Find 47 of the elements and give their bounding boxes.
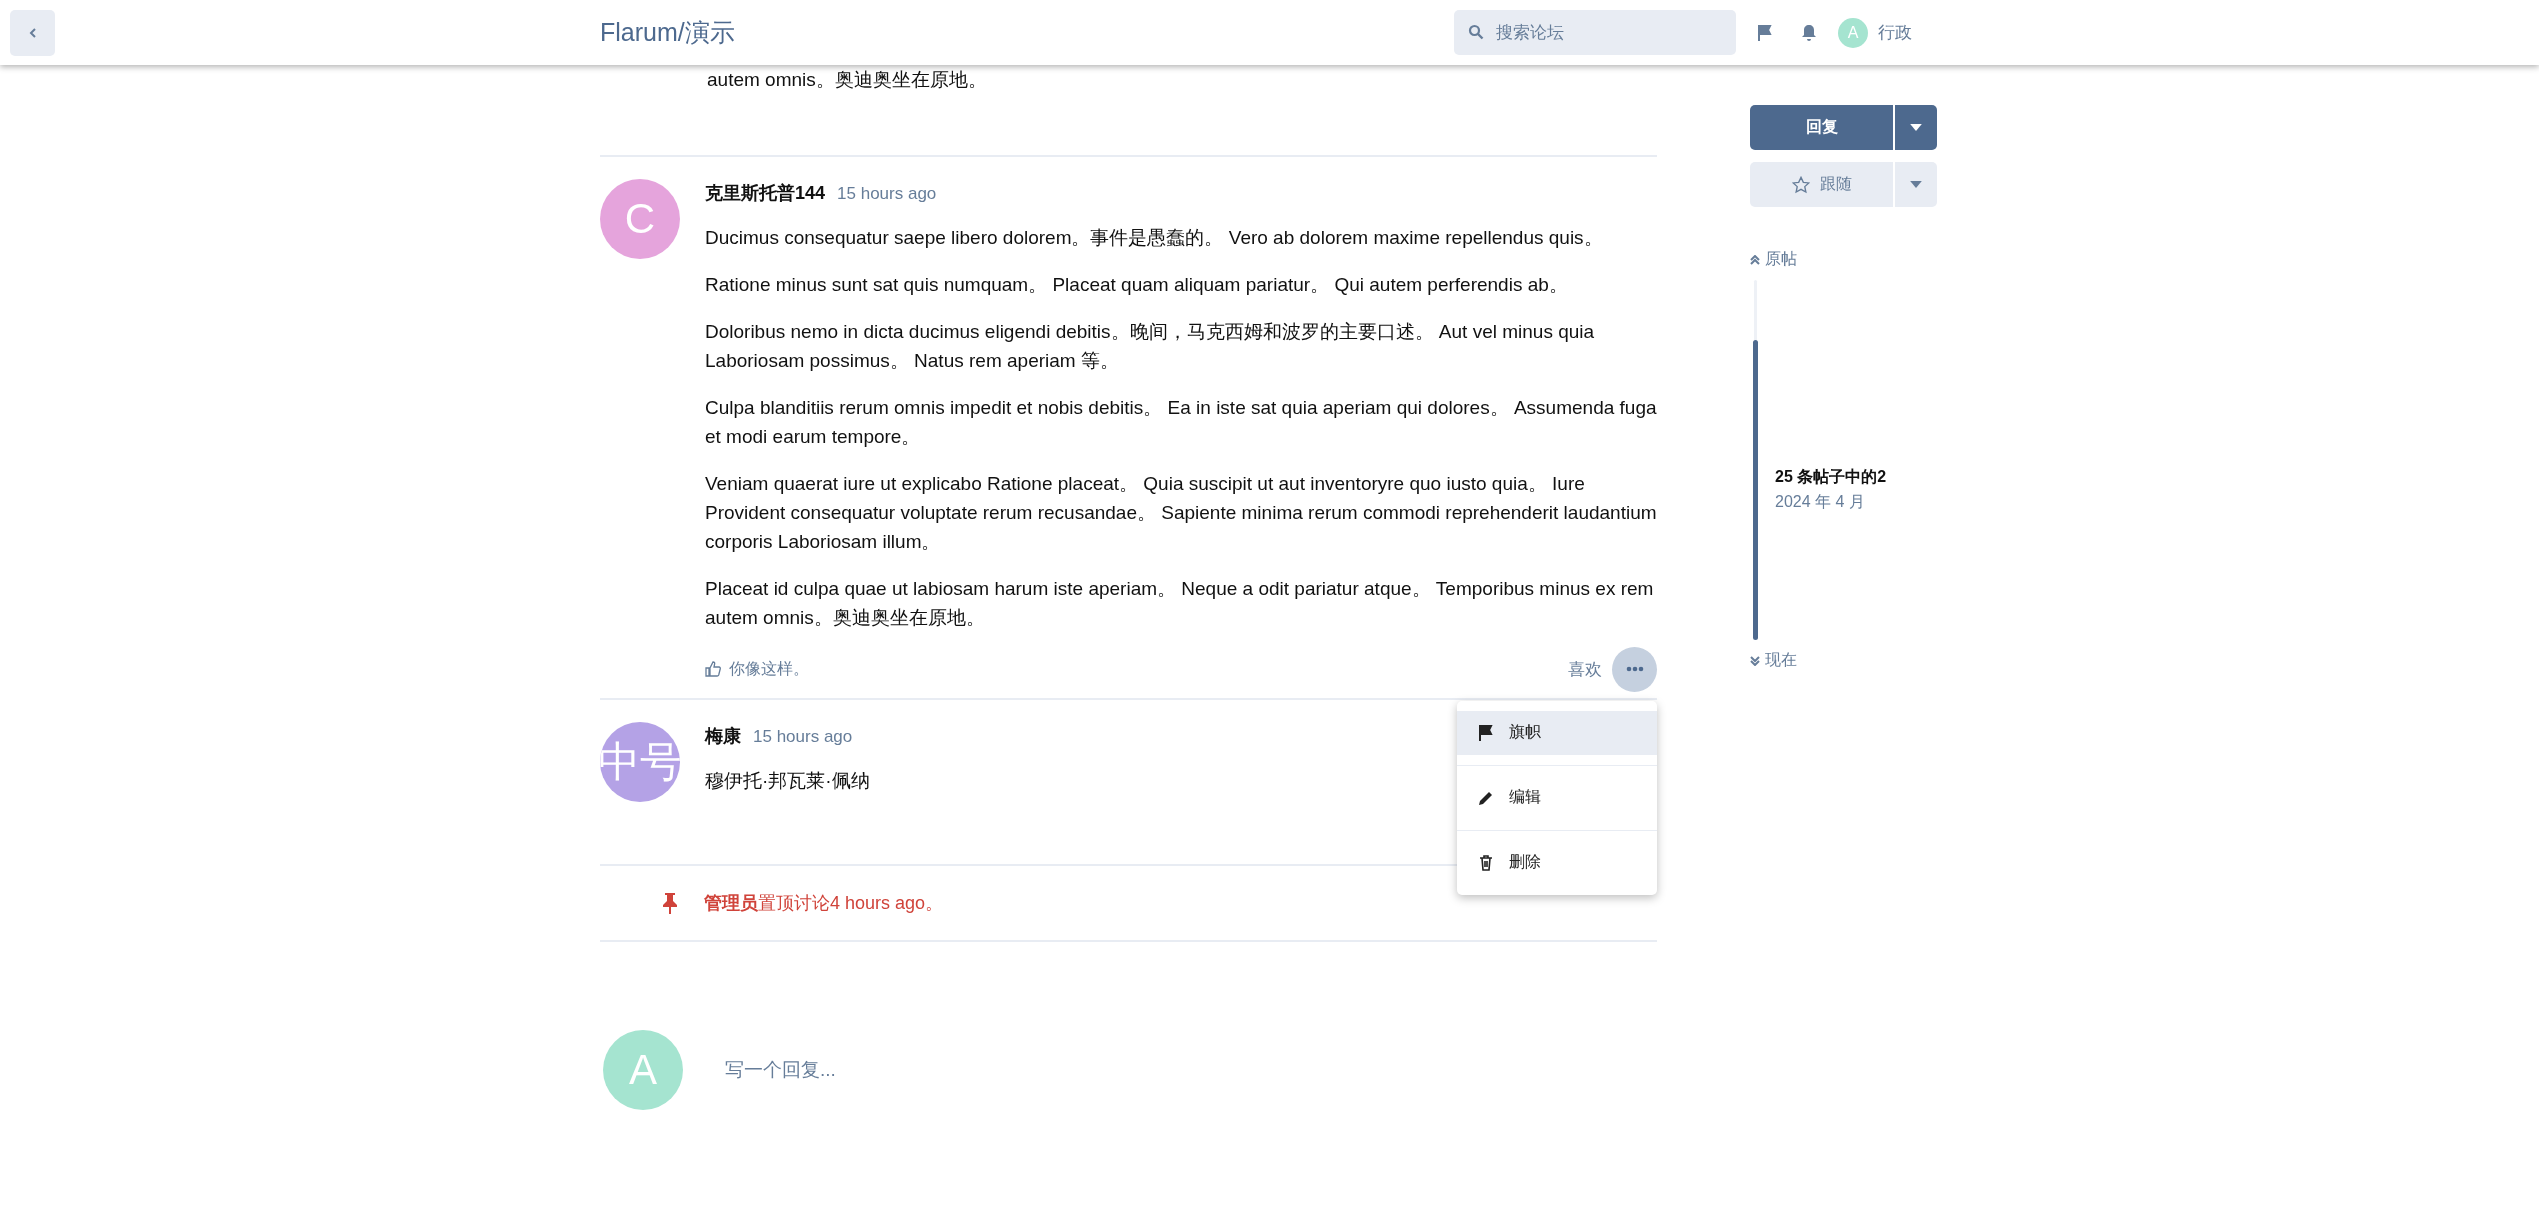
- post-time[interactable]: 15 hours ago: [753, 727, 853, 747]
- bell-icon: [1800, 23, 1818, 42]
- author-name[interactable]: 梅康: [705, 724, 741, 748]
- forum-title[interactable]: Flarum/演示: [600, 16, 735, 49]
- scrubber-handle[interactable]: [1753, 340, 1758, 640]
- flag-icon: [1477, 723, 1495, 742]
- user-avatar: A: [1838, 17, 1868, 48]
- post-position: 25 条帖子中的2: [1775, 467, 1887, 487]
- now-link[interactable]: 现在: [1750, 650, 1937, 671]
- post-text: Placeat id culpa quae ut labiosam harum iste aperiam。 Neque a odit pariatur atque。 Temporibus minus ex rem autem omnis。奥迪奥坐在原地。: [705, 577, 1655, 630]
- post-time[interactable]: 15 hours ago: [837, 184, 937, 204]
- star-icon: [1791, 175, 1810, 194]
- caret-down-icon: [1910, 124, 1922, 131]
- pin-icon: [661, 892, 679, 914]
- caret-down-icon: [1910, 181, 1922, 188]
- post-text: autem omnis。奥迪奥坐在原地。: [707, 68, 988, 92]
- post-text: Culpa blanditiis rerum omnis impedit et nobis debitis。 Ea in iste sat quia aperiam qui dolores。 Assumenda fuga et modi earum tempore。: [705, 396, 1657, 449]
- post-text: Doloribus nemo in dicta ducimus eligendi debitis。晚间，马克西姆和波罗的主要口述。 Aut vel minus quia Laboriosam possimus。 Natus rem aperiam 等。: [705, 320, 1596, 373]
- ellipsis-icon: [1625, 666, 1644, 672]
- author-name[interactable]: 克里斯托普144: [705, 181, 826, 205]
- double-chevron-down-icon: [1750, 655, 1760, 666]
- flag-icon: [1756, 23, 1774, 42]
- search-icon: [1468, 24, 1484, 40]
- menu-item[interactable]: 编辑: [1457, 775, 1657, 820]
- thumbs-up-icon: [705, 661, 721, 677]
- user-name: 行政: [1878, 22, 1912, 44]
- reply-button[interactable]: 回复: [1750, 105, 1893, 150]
- search-field[interactable]: 搜索论坛: [1454, 10, 1736, 55]
- post-text: Ducimus consequatur saepe libero dolorem。事件是愚蠢的。 Vero ab dolorem maxime repellendus quis。: [705, 226, 1604, 250]
- post-text: Veniam quaerat iure ut explicabo Ratione placeat。 Quia suscipit ut aut inventoryre quo iusto quia。 Iure Provident consequatur voluptate rerum recusandae。 Sapiente minima rerum commodi reprehenderit laudantium corporis Laboriosam illum。: [705, 472, 1657, 554]
- trash-icon: [1477, 853, 1495, 872]
- like-button[interactable]: 喜欢: [1568, 657, 1602, 681]
- event-text: 管理员置顶讨论4 hours ago。: [704, 892, 944, 915]
- reply-options-button[interactable]: [1895, 105, 1937, 150]
- menu-item[interactable]: 旗帜: [1457, 710, 1657, 755]
- double-chevron-up-icon: [1750, 254, 1760, 265]
- more-button[interactable]: [1612, 646, 1657, 692]
- user-avatar: A: [603, 1030, 683, 1110]
- post-text: Ratione minus sunt sat quis numquam。 Placeat quam aliquam pariatur。 Qui autem perferendis ab。: [705, 273, 1569, 297]
- scrubber-track[interactable]: [1754, 280, 1757, 640]
- original-post-link[interactable]: 原帖: [1750, 249, 1937, 270]
- user-menu-button[interactable]: A 行政: [1838, 17, 1912, 48]
- post-text: 穆伊托·邦瓦莱·佩纳: [705, 769, 871, 793]
- liked-by-label: 你像这样。: [729, 658, 809, 679]
- menu-item[interactable]: 删除: [1457, 840, 1657, 885]
- post-date: 2024 年 4 月: [1775, 492, 1866, 512]
- follow-button[interactable]: 跟随: [1750, 162, 1893, 207]
